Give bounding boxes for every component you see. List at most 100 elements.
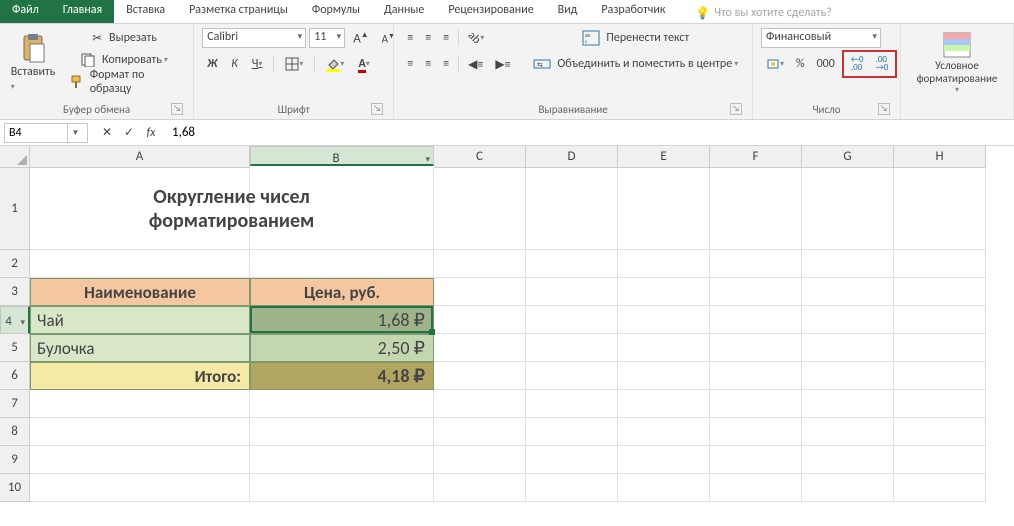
cell-D1[interactable] — [526, 168, 618, 250]
row-header-10[interactable]: 10 — [0, 474, 30, 502]
cut-button[interactable]: ✂ Вырезать — [64, 28, 185, 48]
col-header-H[interactable]: H — [894, 146, 986, 168]
cell-E10[interactable] — [618, 474, 710, 502]
align-center-button[interactable]: ≡ — [420, 54, 436, 74]
italic-button[interactable]: К — [226, 54, 243, 74]
cell-B9[interactable] — [250, 446, 434, 474]
cell-F8[interactable] — [710, 418, 802, 446]
cell-E9[interactable] — [618, 446, 710, 474]
format-painter-button[interactable]: Формат по образцу — [64, 72, 185, 92]
cell-G4[interactable] — [802, 306, 894, 334]
cell-B7[interactable] — [250, 390, 434, 418]
cell-F5[interactable] — [710, 334, 802, 362]
name-cell-2[interactable]: Булочка — [30, 334, 250, 362]
orientation-button[interactable]: ab — [463, 28, 489, 48]
accounting-format-button[interactable] — [761, 54, 789, 74]
cell-C8[interactable] — [434, 418, 526, 446]
cell-A10[interactable] — [30, 474, 250, 502]
name-box-dropdown[interactable]: ▼ — [67, 124, 83, 142]
cell-E6[interactable] — [618, 362, 710, 390]
col-header-G[interactable]: G — [802, 146, 894, 168]
tab-insert[interactable]: Вставка — [114, 0, 177, 23]
cell-C7[interactable] — [434, 390, 526, 418]
name-cell-1[interactable]: Чай — [30, 306, 250, 334]
cell-F10[interactable] — [710, 474, 802, 502]
cell-G7[interactable] — [802, 390, 894, 418]
col-header-A[interactable]: A — [30, 146, 250, 168]
cell-E4[interactable] — [618, 306, 710, 334]
cell-D7[interactable] — [526, 390, 618, 418]
cell-C4[interactable] — [434, 306, 526, 334]
cell-C3[interactable] — [434, 278, 526, 306]
cell-F4[interactable] — [710, 306, 802, 334]
font-dialog-launcher[interactable]: ↘ — [371, 103, 383, 115]
cell-F7[interactable] — [710, 390, 802, 418]
col-header-B[interactable]: B — [250, 146, 434, 166]
cell-D4[interactable] — [526, 306, 618, 334]
col-header-D[interactable]: D — [526, 146, 618, 168]
cell-G1[interactable] — [802, 168, 894, 250]
cell-H2[interactable] — [894, 250, 986, 278]
tab-view[interactable]: Вид — [546, 0, 590, 23]
formula-input[interactable] — [166, 125, 1014, 140]
clipboard-dialog-launcher[interactable]: ↘ — [171, 103, 183, 115]
row-header-4[interactable]: 4 — [0, 306, 30, 334]
copy-button[interactable]: Копировать — [64, 50, 185, 70]
align-left-button[interactable]: ≡ — [402, 54, 418, 74]
increase-decimal-button[interactable]: ←0.00 — [846, 53, 869, 75]
cell-F1[interactable] — [710, 168, 802, 250]
cell-G10[interactable] — [802, 474, 894, 502]
insert-function-button[interactable]: fx — [142, 122, 160, 143]
cell-A2[interactable] — [30, 250, 250, 278]
paste-button[interactable]: Вставить — [8, 28, 58, 98]
total-label-cell[interactable]: Итого: — [30, 362, 250, 390]
row-header-9[interactable]: 9 — [0, 446, 30, 474]
tab-page-layout[interactable]: Разметка страницы — [177, 0, 300, 23]
cell-A9[interactable] — [30, 446, 250, 474]
row-header-7[interactable]: 7 — [0, 390, 30, 418]
wrap-text-button[interactable]: abc Перенести текст — [528, 28, 744, 48]
select-all-button[interactable] — [0, 146, 30, 168]
cell-F2[interactable] — [710, 250, 802, 278]
align-top-button[interactable]: ≡ — [402, 28, 418, 48]
font-color-button[interactable]: А — [353, 54, 374, 74]
cell-F6[interactable] — [710, 362, 802, 390]
cell-C9[interactable] — [434, 446, 526, 474]
cell-A7[interactable] — [30, 390, 250, 418]
cell-H10[interactable] — [894, 474, 986, 502]
alignment-dialog-launcher[interactable]: ↘ — [730, 103, 742, 115]
cell-A8[interactable] — [30, 418, 250, 446]
cell-C5[interactable] — [434, 334, 526, 362]
cell-D5[interactable] — [526, 334, 618, 362]
cell-E2[interactable] — [618, 250, 710, 278]
col-header-F[interactable]: F — [710, 146, 802, 168]
tab-formulas[interactable]: Формулы — [300, 0, 372, 23]
tab-data[interactable]: Данные — [372, 0, 436, 23]
increase-indent-button[interactable]: ▶≡ — [490, 54, 515, 75]
underline-button[interactable]: Ч — [247, 54, 268, 74]
cell-B2[interactable] — [250, 250, 434, 278]
cell-D3[interactable] — [526, 278, 618, 306]
cell-D2[interactable] — [526, 250, 618, 278]
col-header-C[interactable]: C — [434, 146, 526, 168]
tab-file[interactable]: Файл — [0, 0, 51, 23]
bold-button[interactable]: Ж — [202, 54, 222, 74]
cell-G3[interactable] — [802, 278, 894, 306]
cell-H4[interactable] — [894, 306, 986, 334]
cell-E7[interactable] — [618, 390, 710, 418]
cell-C6[interactable] — [434, 362, 526, 390]
cell-C10[interactable] — [434, 474, 526, 502]
cell-G9[interactable] — [802, 446, 894, 474]
cell-C2[interactable] — [434, 250, 526, 278]
cell-D6[interactable] — [526, 362, 618, 390]
cancel-formula-button[interactable]: ✕ — [98, 122, 116, 143]
cell-H5[interactable] — [894, 334, 986, 362]
cell-H1[interactable] — [894, 168, 986, 250]
enter-formula-button[interactable]: ✓ — [120, 122, 138, 143]
row-header-5[interactable]: 5 — [0, 334, 30, 362]
cell-B10[interactable] — [250, 474, 434, 502]
col-header-E[interactable]: E — [618, 146, 710, 168]
align-bottom-button[interactable]: ≡ — [438, 28, 454, 48]
cell-G5[interactable] — [802, 334, 894, 362]
cell-E3[interactable] — [618, 278, 710, 306]
